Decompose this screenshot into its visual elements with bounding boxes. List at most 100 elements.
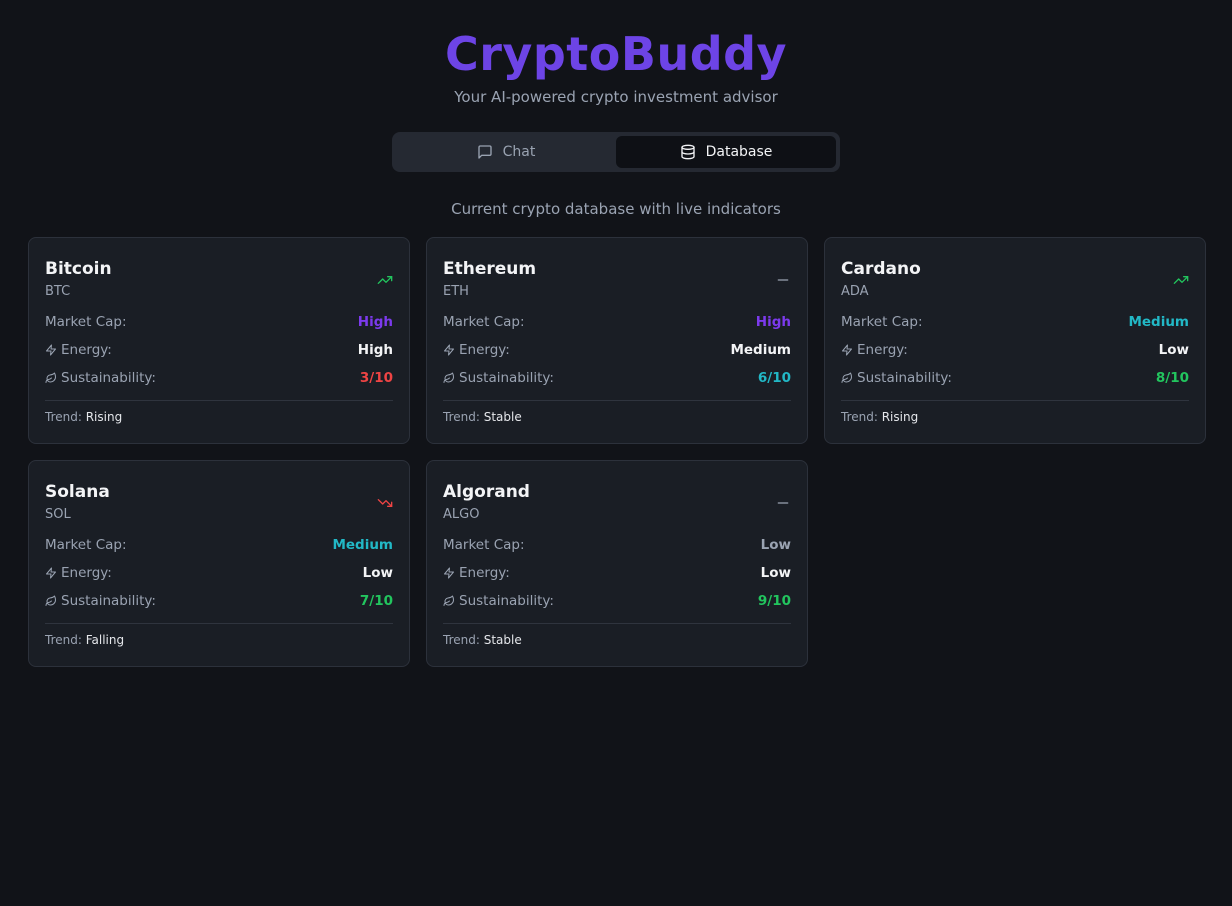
coin-name: Bitcoin (45, 259, 112, 279)
sustainability-label: Sustainability: (857, 370, 952, 386)
coin-card: Cardano ADA Market Cap: Medium Energy: L… (824, 237, 1206, 444)
trend-label: Trend: (45, 410, 82, 424)
coin-symbol: BTC (45, 284, 71, 299)
market-cap-value: High (755, 314, 791, 330)
trend-label: Trend: (443, 410, 480, 424)
trend-value: Falling (85, 633, 125, 647)
energy-row: Energy: Low (443, 559, 791, 587)
zap-icon (444, 567, 454, 579)
market-cap-value: Medium (1128, 314, 1189, 330)
sustainability-value: 7/10 (359, 593, 393, 609)
market-cap-row: Market Cap: High (45, 308, 393, 336)
market-cap-row: Market Cap: Medium (45, 531, 393, 559)
trend-label: Trend: (45, 633, 82, 647)
energy-label: Energy: (459, 342, 510, 358)
coin-name: Ethereum (443, 259, 537, 279)
energy-label: Energy: (459, 565, 510, 581)
zap-icon (46, 344, 56, 356)
trend-value: Stable (483, 633, 522, 647)
card-header: Bitcoin BTC (45, 258, 393, 299)
trend-label: Trend: (841, 410, 878, 424)
market-cap-label: Market Cap: (45, 537, 127, 553)
coin-name: Solana (45, 482, 110, 502)
coin-symbol: SOL (45, 507, 71, 522)
coin-name: Algorand (443, 482, 530, 502)
coin-grid: Bitcoin BTC Market Cap: High Energy: Hig… (28, 237, 1207, 667)
divider (443, 400, 791, 401)
header: CryptoBuddy Your AI-powered crypto inves… (0, 0, 1232, 106)
market-cap-row: Market Cap: Medium (841, 308, 1189, 336)
divider (443, 623, 791, 624)
coin-symbol: ETH (443, 284, 469, 299)
card-header: Algorand ALGO (443, 481, 791, 522)
energy-value: Low (1158, 342, 1189, 358)
sustainability-value: 8/10 (1155, 370, 1189, 386)
trending-up-icon (377, 276, 393, 284)
market-cap-label: Market Cap: (841, 314, 923, 330)
leaf-icon (45, 372, 56, 383)
coin-card: Algorand ALGO Market Cap: Low Energy: Lo… (426, 460, 808, 667)
message-square-icon (477, 145, 492, 159)
energy-value: High (357, 342, 393, 358)
coin-card: Solana SOL Market Cap: Medium Energy: Lo… (28, 460, 410, 667)
energy-row: Energy: High (45, 336, 393, 364)
trend-line: Trend: Falling (45, 633, 393, 647)
energy-row: Energy: Low (841, 336, 1189, 364)
zap-icon (444, 344, 454, 356)
sustainability-row: Sustainability: 7/10 (45, 587, 393, 615)
coin-name: Cardano (841, 259, 921, 279)
market-cap-label: Market Cap: (443, 537, 525, 553)
trend-line: Trend: Rising (45, 410, 393, 424)
tab-chat-label: Chat (502, 144, 536, 160)
minus-icon (777, 279, 789, 281)
trend-value: Stable (483, 410, 522, 424)
tab-database-label: Database (705, 144, 773, 160)
energy-value: Low (362, 565, 393, 581)
database-caption: Current crypto database with live indica… (451, 200, 781, 218)
market-cap-value: High (357, 314, 393, 330)
energy-row: Energy: Medium (443, 336, 791, 364)
trend-value: Rising (85, 410, 123, 424)
sustainability-row: Sustainability: 9/10 (443, 587, 791, 615)
trend-line: Trend: Stable (443, 633, 791, 647)
market-cap-label: Market Cap: (45, 314, 127, 330)
energy-row: Energy: Low (45, 559, 393, 587)
trend-line: Trend: Rising (841, 410, 1189, 424)
leaf-icon (45, 595, 56, 606)
minus-icon (777, 502, 789, 504)
app-subtitle: Your AI-powered crypto investment adviso… (454, 88, 778, 106)
leaf-icon (443, 372, 454, 383)
app-title: CryptoBuddy (444, 27, 788, 81)
card-header: Solana SOL (45, 481, 393, 522)
sustainability-label: Sustainability: (61, 370, 156, 386)
energy-value: Medium (730, 342, 791, 358)
sustainability-value: 6/10 (757, 370, 791, 386)
trending-up-icon (1173, 276, 1189, 284)
market-cap-value: Low (760, 537, 791, 553)
sustainability-label: Sustainability: (459, 370, 554, 386)
card-header: Cardano ADA (841, 258, 1189, 299)
sustainability-value: 3/10 (359, 370, 393, 386)
leaf-icon (841, 372, 852, 383)
sustainability-value: 9/10 (757, 593, 791, 609)
tab-database[interactable]: Database (616, 136, 836, 168)
trend-label: Trend: (443, 633, 480, 647)
trending-down-icon (377, 499, 393, 507)
sustainability-row: Sustainability: 3/10 (45, 364, 393, 392)
card-header: Ethereum ETH (443, 258, 791, 299)
coin-card: Ethereum ETH Market Cap: High Energy: Me… (426, 237, 808, 444)
market-cap-label: Market Cap: (443, 314, 525, 330)
zap-icon (46, 567, 56, 579)
trend-line: Trend: Stable (443, 410, 791, 424)
divider (45, 623, 393, 624)
sustainability-row: Sustainability: 6/10 (443, 364, 791, 392)
divider (841, 400, 1189, 401)
market-cap-row: Market Cap: Low (443, 531, 791, 559)
tab-chat[interactable]: Chat (396, 136, 616, 168)
energy-value: Low (760, 565, 791, 581)
market-cap-row: Market Cap: High (443, 308, 791, 336)
zap-icon (842, 344, 852, 356)
market-cap-value: Medium (332, 537, 393, 553)
divider (45, 400, 393, 401)
database-icon (680, 144, 695, 160)
